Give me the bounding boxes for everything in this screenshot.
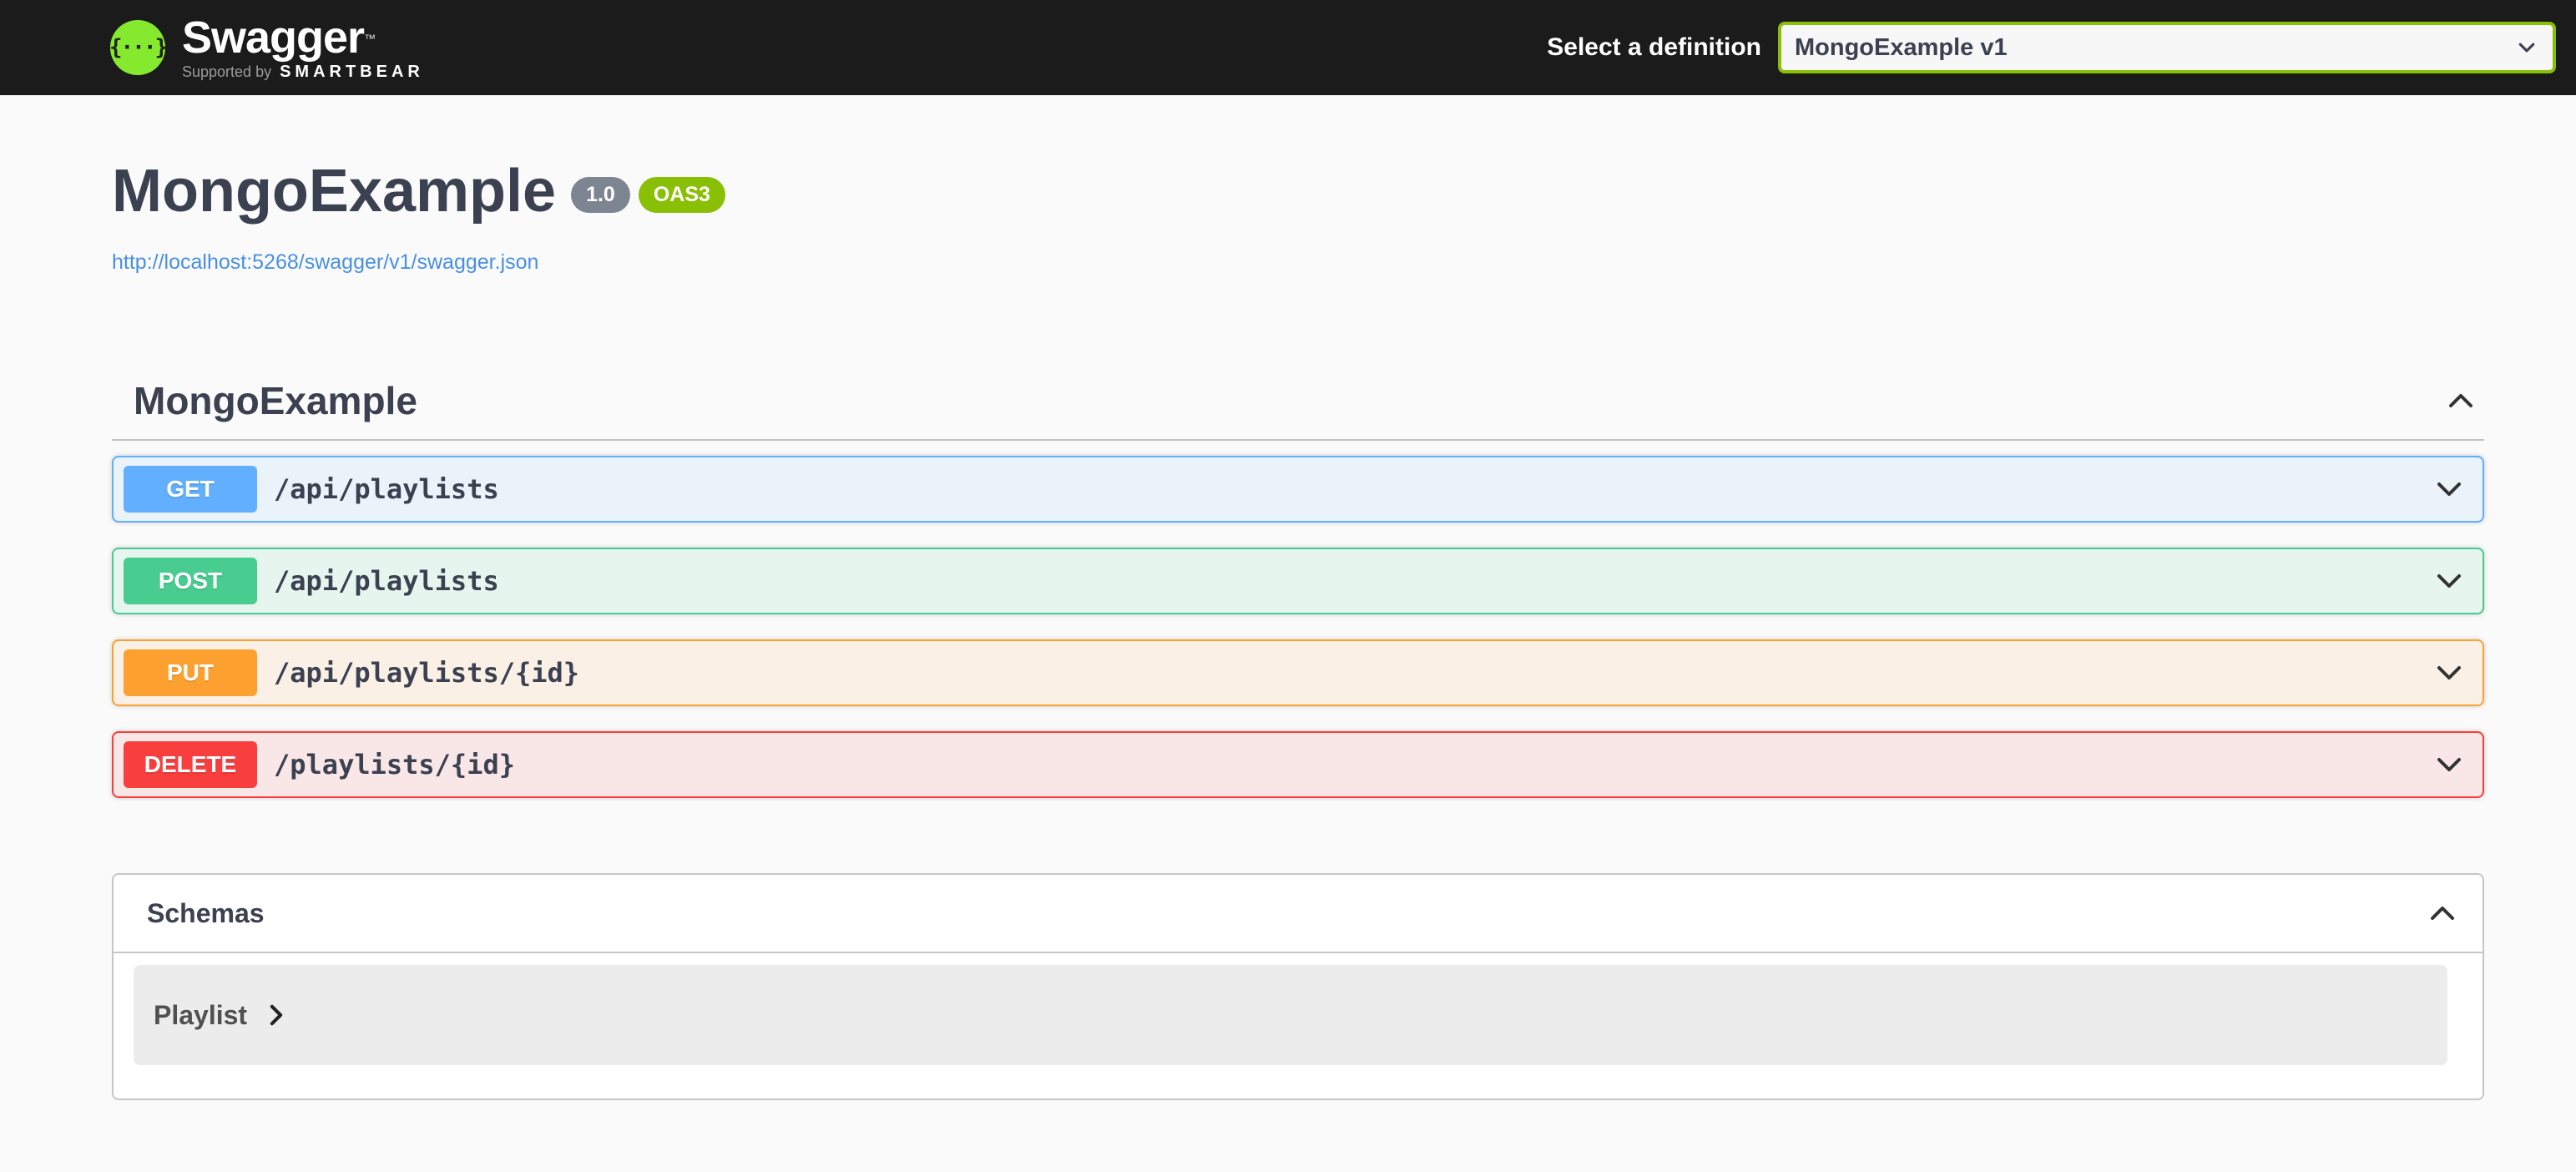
definition-select[interactable]: MongoExample v1 <box>1778 22 2556 73</box>
tag-section-header[interactable]: MongoExample <box>112 362 2484 442</box>
api-title: MongoExample 1.0 OAS3 <box>112 155 2484 227</box>
collapse-schemas-button[interactable] <box>2426 897 2459 930</box>
operation-delete-playlists-id[interactable]: DELETE /playlists/{id} <box>112 731 2484 799</box>
schemas-title: Schemas <box>147 898 265 929</box>
swagger-ui-page: {···} Swagger™ Supported by SMARTBEAR Se… <box>0 0 2576 1172</box>
model-title: Playlist <box>154 999 248 1030</box>
tag-title: MongoExample <box>134 379 417 423</box>
method-badge-put: PUT <box>124 649 257 697</box>
operations-list: GET /api/playlists POST /api/playlists P… <box>112 456 2484 799</box>
smartbear-tagline: Supported by SMARTBEAR <box>182 63 424 81</box>
method-badge-post: POST <box>124 558 257 605</box>
chevron-down-icon[interactable] <box>2432 564 2466 598</box>
collapse-section-button[interactable] <box>2444 384 2478 417</box>
chevron-down-icon[interactable] <box>2432 472 2466 506</box>
schemas-header[interactable]: Schemas <box>114 875 2483 954</box>
operation-post-playlists[interactable]: POST /api/playlists <box>112 548 2484 615</box>
chevron-down-icon[interactable] <box>2432 656 2466 690</box>
chevron-right-icon[interactable] <box>262 1001 290 1029</box>
spec-url-link[interactable]: http://localhost:5268/swagger/v1/swagger… <box>112 250 538 275</box>
operation-get-playlists[interactable]: GET /api/playlists <box>112 456 2484 523</box>
info-section: MongoExample 1.0 OAS3 http://localhost:5… <box>112 155 2484 275</box>
chevron-up-icon <box>2449 394 2472 408</box>
operation-path: /api/playlists <box>274 565 499 598</box>
schemas-section: Schemas Playlist <box>112 873 2484 1101</box>
method-badge-get: GET <box>124 466 257 513</box>
method-badge-delete: DELETE <box>124 741 257 789</box>
main-content: MongoExample 1.0 OAS3 http://localhost:5… <box>112 155 2484 1101</box>
operation-path: /api/playlists/{id} <box>274 657 580 690</box>
chevron-up-icon <box>2431 907 2454 921</box>
oas3-badge: OAS3 <box>638 177 725 214</box>
swagger-logo-link[interactable]: {···} Swagger™ Supported by SMARTBEAR <box>109 13 424 81</box>
model-playlist[interactable]: Playlist <box>134 965 2447 1066</box>
swagger-logo-icon: {···} <box>109 20 168 75</box>
operation-put-playlists-id[interactable]: PUT /api/playlists/{id} <box>112 639 2484 707</box>
swagger-brand: Swagger™ <box>182 13 376 63</box>
chevron-down-icon[interactable] <box>2432 748 2466 781</box>
operation-path: /playlists/{id} <box>274 749 515 781</box>
definition-select-label: Select a definition <box>1547 33 1761 61</box>
operation-path: /api/playlists <box>274 473 499 506</box>
trademark-symbol: ™ <box>364 32 376 46</box>
topbar: {···} Swagger™ Supported by SMARTBEAR Se… <box>0 0 2576 95</box>
definition-selector: Select a definition MongoExample v1 <box>1547 22 2556 73</box>
definition-select-wrapper: MongoExample v1 <box>1778 22 2556 73</box>
version-badge: 1.0 <box>571 177 630 214</box>
